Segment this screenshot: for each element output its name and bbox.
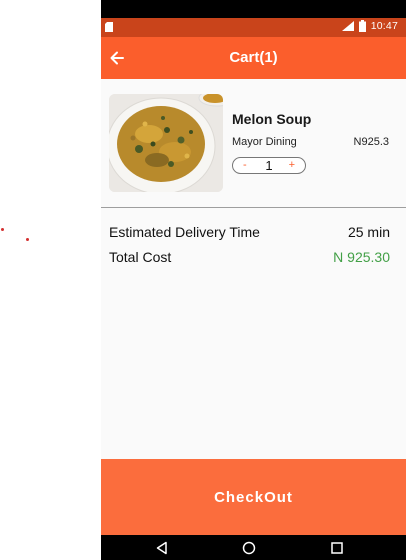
stray-dot: [26, 238, 29, 241]
phone-screen: 10:47 Cart(1) Melon Soup Mayor Dining N9…: [101, 0, 406, 560]
increment-button[interactable]: +: [289, 159, 295, 171]
system-nav-bar: [101, 535, 406, 560]
back-triangle-icon[interactable]: [155, 541, 169, 555]
divider: [101, 207, 406, 208]
app-bar: Cart(1): [101, 37, 406, 79]
home-circle-icon[interactable]: [242, 541, 256, 555]
item-name: Melon Soup: [232, 111, 312, 127]
item-vendor: Mayor Dining: [232, 136, 297, 148]
item-price: N925.3: [353, 136, 389, 148]
battery-icon: [358, 20, 366, 32]
delivery-time-value: 25 min: [347, 224, 390, 240]
page-title: Cart(1): [229, 49, 278, 66]
melon-soup-image: [109, 94, 223, 192]
screen-top-edge: [101, 0, 406, 18]
sd-card-icon: [105, 22, 113, 32]
soup-bowl-illustration: [109, 94, 223, 192]
status-bar: 10:47: [101, 18, 406, 37]
total-cost-label: Total Cost: [109, 249, 172, 265]
quantity-stepper: - 1 +: [232, 157, 306, 174]
delivery-time-label: Estimated Delivery Time: [109, 224, 260, 240]
recents-square-icon[interactable]: [330, 541, 344, 555]
total-cost-value: N 925.30: [333, 249, 390, 265]
signal-icon: [341, 21, 354, 31]
status-time: 10:47: [370, 20, 398, 32]
stray-dot: [1, 228, 4, 231]
checkout-button[interactable]: CheckOut: [101, 459, 406, 535]
